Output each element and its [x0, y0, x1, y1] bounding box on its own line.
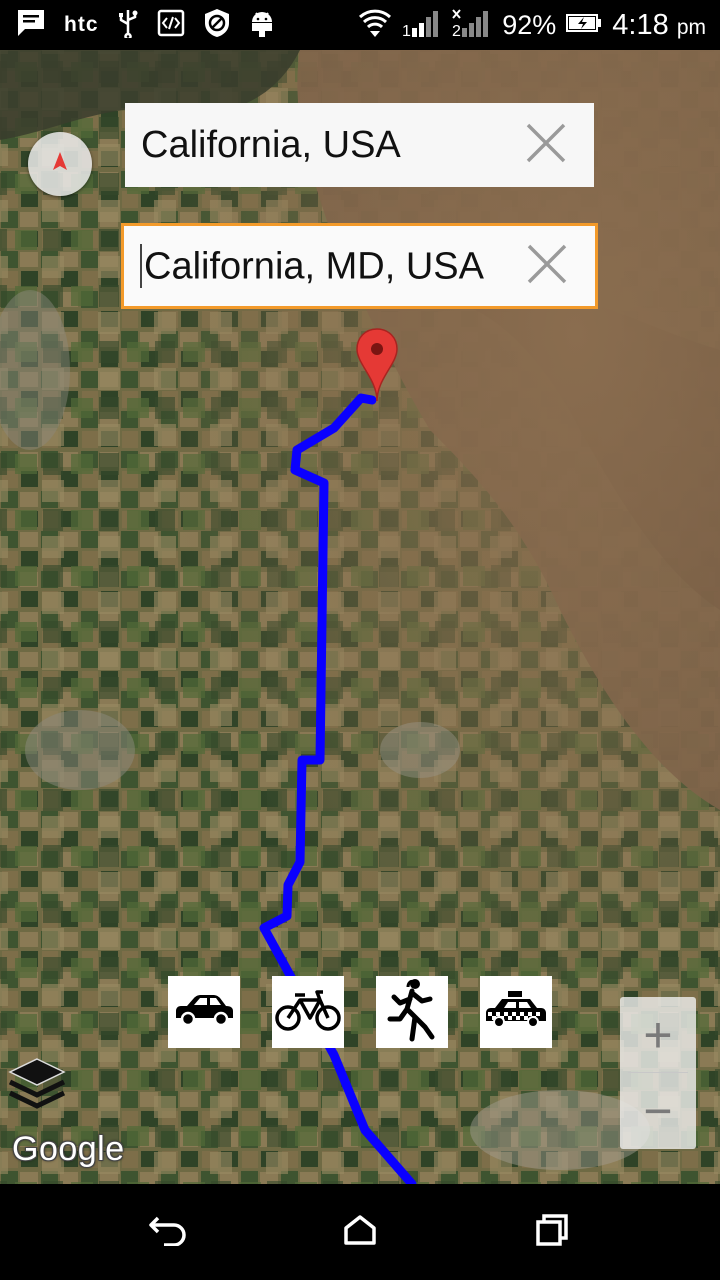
home-button[interactable] [336, 1208, 384, 1256]
svg-text:2: 2 [452, 23, 461, 38]
close-icon [526, 243, 568, 290]
usb-icon [117, 8, 139, 43]
clock: 4:18 pm [612, 9, 706, 42]
text-cursor [140, 244, 142, 289]
navigation-bar [0, 1184, 720, 1280]
zoom-out-icon: − [643, 1082, 673, 1139]
android-icon [249, 8, 275, 43]
map-layers-button[interactable] [6, 1055, 68, 1115]
map-pin-icon [356, 328, 398, 402]
taxi-mode-button[interactable] [480, 976, 552, 1048]
walking-icon [384, 977, 440, 1048]
zoom-controls: + − [620, 997, 696, 1149]
bicycle-icon [274, 987, 342, 1038]
signal-2-icon: 2 [452, 8, 492, 43]
destination-marker[interactable] [354, 327, 400, 403]
signal-icon: 1 [402, 8, 442, 43]
satellite-imagery [0, 50, 720, 1184]
message-icon [16, 8, 46, 43]
car-icon [172, 990, 236, 1035]
battery-icon [566, 12, 602, 39]
clock-time: 4:18 [612, 8, 669, 41]
map-view[interactable] [0, 50, 720, 1184]
origin-search-box[interactable]: California, USA [125, 103, 594, 187]
blocked-icon [203, 8, 231, 43]
close-icon [525, 122, 567, 169]
destination-input-text: California, MD, USA [144, 244, 484, 287]
origin-input[interactable]: California, USA [125, 124, 516, 167]
wifi-icon [358, 7, 392, 44]
back-button[interactable] [144, 1208, 192, 1256]
developer-icon [157, 9, 185, 42]
clock-ampm: pm [676, 15, 706, 39]
battery-percent: 92% [502, 9, 557, 40]
zoom-in-button[interactable]: + [620, 997, 696, 1072]
carrier-label: htc [64, 13, 99, 36]
google-logo: Google [12, 1130, 125, 1168]
car-mode-button[interactable] [168, 976, 240, 1048]
svg-text:1: 1 [402, 23, 411, 38]
clear-destination-button[interactable] [517, 236, 577, 296]
layers-icon [8, 1058, 66, 1109]
home-icon [343, 1214, 377, 1251]
clear-origin-button[interactable] [516, 115, 576, 175]
walking-mode-button[interactable] [376, 976, 448, 1048]
zoom-out-button[interactable]: − [620, 1073, 696, 1148]
bicycle-mode-button[interactable] [272, 976, 344, 1048]
destination-search-box[interactable]: California, MD, USA [121, 223, 598, 309]
compass-icon [50, 151, 70, 178]
destination-input[interactable]: California, MD, USA [124, 244, 517, 289]
status-bar: htc 1 2 92% 4:18 pm [0, 0, 720, 50]
compass-button[interactable] [28, 132, 92, 196]
back-icon [148, 1214, 188, 1251]
taxi-icon [482, 989, 550, 1036]
recents-icon [535, 1213, 569, 1252]
zoom-in-icon: + [643, 1006, 673, 1063]
recents-button[interactable] [528, 1208, 576, 1256]
